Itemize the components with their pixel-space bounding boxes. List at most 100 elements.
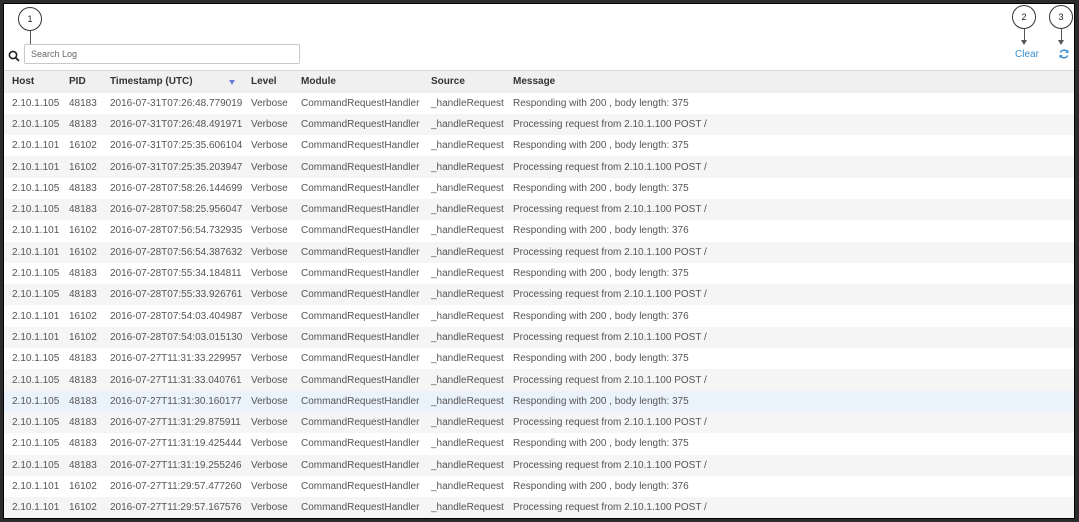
host-cell: 2.10.1.101 [12, 502, 60, 514]
pid-cell: 16102 [69, 502, 97, 514]
table-row[interactable]: 2.10.1.101 16102 2016-07-27T11:29:57.16757… [4, 497, 1074, 518]
timestamp-cell: 2016-07-28T07:58:26.144699 [110, 182, 243, 194]
table-row[interactable]: 2.10.1.105 48183 2016-07-27T11:31:33.04076… [4, 369, 1074, 391]
message-cell: Responding with 200 , body length: 375 [513, 182, 689, 194]
pid-cell: 48183 [69, 268, 97, 280]
timestamp-cell: 2016-07-27T11:31:19.425444 [110, 438, 242, 450]
search-input[interactable] [24, 44, 300, 64]
host-cell: 2.10.1.105 [12, 268, 60, 280]
timestamp-cell: 2016-07-28T07:55:34.184811 [110, 268, 242, 280]
pid-cell: 48183 [69, 118, 97, 130]
source-cell: _handleRequest [431, 310, 504, 322]
level-cell: Verbose [251, 310, 288, 322]
host-cell: 2.10.1.105 [12, 438, 60, 450]
table-row[interactable]: 2.10.1.105 48183 2016-07-28T07:58:26.14469… [4, 177, 1074, 199]
column-header-message[interactable]: Message [505, 71, 1074, 93]
table-row[interactable]: 2.10.1.101 16102 2016-07-28T07:54:03.01513… [4, 326, 1074, 349]
module-cell: CommandRequestHandler [301, 331, 420, 343]
module-cell: CommandRequestHandler [301, 353, 420, 365]
timestamp-cell: 2016-07-28T07:54:03.015130 [110, 331, 243, 343]
table-row[interactable]: 2.10.1.101 16102 2016-07-31T07:25:35.20394… [4, 156, 1074, 178]
host-cell: 2.10.1.101 [12, 310, 60, 322]
pid-cell: 48183 [69, 289, 97, 301]
level-cell: Verbose [251, 417, 288, 429]
message-cell: Processing request from 2.10.1.100 POST … [513, 417, 707, 429]
table-row[interactable]: 2.10.1.101 16102 2016-07-28T07:54:03.40498… [4, 305, 1074, 327]
column-header-pid[interactable]: PID [61, 71, 102, 93]
message-cell: Responding with 200 , body length: 375 [513, 140, 689, 152]
table-row[interactable]: 2.10.1.105 48183 2016-07-27T11:31:29.87591… [4, 411, 1074, 434]
table-row[interactable]: 2.10.1.105 48183 2016-07-28T07:58:25.95604… [4, 198, 1074, 221]
message-cell: Responding with 200 , body length: 375 [513, 97, 689, 109]
module-cell: CommandRequestHandler [301, 480, 420, 492]
pid-cell: 48183 [69, 438, 97, 450]
timestamp-cell: 2016-07-31T07:26:48.491971 [110, 118, 243, 130]
message-cell: Processing request from 2.10.1.100 POST … [513, 204, 707, 216]
table-row[interactable]: 2.10.1.105 48183 2016-07-27T11:31:19.25524… [4, 454, 1074, 476]
message-cell: Processing request from 2.10.1.100 POST … [513, 459, 707, 471]
column-header-level[interactable]: Level [243, 71, 293, 93]
message-cell: Responding with 200 , body length: 375 [513, 438, 689, 450]
module-cell: CommandRequestHandler [301, 459, 420, 471]
column-header-timestamp-label: Timestamp (UTC) [110, 76, 193, 88]
level-cell: Verbose [251, 182, 288, 194]
timestamp-cell: 2016-07-27T11:29:57.167576 [110, 502, 242, 514]
timestamp-cell: 2016-07-27T11:31:33.229957 [110, 353, 242, 365]
callout-3: 3 [1049, 5, 1073, 29]
callout-2-label: 2 [1021, 12, 1027, 22]
pid-cell: 48183 [69, 182, 97, 194]
message-cell: Responding with 200 , body length: 375 [513, 353, 689, 365]
level-cell: Verbose [251, 97, 288, 109]
source-cell: _handleRequest [431, 182, 504, 194]
source-cell: _handleRequest [431, 502, 504, 514]
column-header-timestamp[interactable]: Timestamp (UTC) [102, 71, 243, 93]
table-row[interactable]: 2.10.1.101 16102 2016-07-28T07:56:54.38763… [4, 241, 1074, 263]
level-cell: Verbose [251, 289, 288, 301]
table-row[interactable]: 2.10.1.105 48183 2016-07-27T11:31:30.16017… [4, 390, 1074, 412]
source-cell: _handleRequest [431, 204, 504, 216]
pid-cell: 16102 [69, 225, 97, 237]
sort-descending-icon [229, 80, 235, 85]
level-cell: Verbose [251, 225, 288, 237]
table-row[interactable]: 2.10.1.101 16102 2016-07-31T07:25:35.60610… [4, 135, 1074, 157]
table-row[interactable]: 2.10.1.105 48183 2016-07-27T11:31:19.42544… [4, 433, 1074, 455]
timestamp-cell: 2016-07-31T07:25:35.606104 [110, 140, 243, 152]
table-header-row: Host PID Timestamp (UTC) Level Module So… [4, 70, 1074, 93]
refresh-icon[interactable] [1058, 48, 1070, 60]
source-cell: _handleRequest [431, 161, 504, 173]
table-row[interactable]: 2.10.1.101 16102 2016-07-27T11:29:57.47726… [4, 475, 1074, 498]
source-cell: _handleRequest [431, 289, 504, 301]
timestamp-cell: 2016-07-28T07:58:25.956047 [110, 204, 243, 216]
table-row[interactable]: 2.10.1.105 48183 2016-07-28T07:55:33.92676… [4, 284, 1074, 306]
callout-3-arrow [1058, 40, 1064, 45]
log-table-container: Host PID Timestamp (UTC) Level Module So… [4, 70, 1074, 518]
table-row[interactable]: 2.10.1.105 48183 2016-07-27T11:31:33.22995… [4, 348, 1074, 370]
level-cell: Verbose [251, 438, 288, 450]
message-cell: Processing request from 2.10.1.100 POST … [513, 502, 707, 514]
module-cell: CommandRequestHandler [301, 97, 420, 109]
column-header-host[interactable]: Host [4, 71, 61, 93]
host-cell: 2.10.1.101 [12, 246, 60, 258]
callout-1: 1 [18, 7, 42, 31]
source-cell: _handleRequest [431, 459, 504, 471]
search-icon [8, 50, 20, 62]
table-row[interactable]: 2.10.1.105 48183 2016-07-31T07:26:48.77901… [4, 92, 1074, 114]
message-cell: Responding with 200 , body length: 376 [513, 480, 689, 492]
clear-button[interactable]: Clear [1015, 49, 1039, 60]
source-cell: _handleRequest [431, 97, 504, 109]
table-row[interactable]: 2.10.1.105 48183 2016-07-28T07:55:34.18481… [4, 262, 1074, 285]
table-row[interactable]: 2.10.1.105 48183 2016-07-31T07:26:48.49197… [4, 113, 1074, 136]
pid-cell: 48183 [69, 459, 97, 471]
level-cell: Verbose [251, 161, 288, 173]
timestamp-cell: 2016-07-31T07:26:48.779019 [110, 97, 243, 109]
pid-cell: 16102 [69, 140, 97, 152]
pid-cell: 48183 [69, 353, 97, 365]
message-cell: Responding with 200 , body length: 375 [513, 268, 689, 280]
message-cell: Processing request from 2.10.1.100 POST … [513, 161, 707, 173]
host-cell: 2.10.1.105 [12, 97, 60, 109]
level-cell: Verbose [251, 395, 288, 407]
host-cell: 2.10.1.105 [12, 395, 60, 407]
table-row[interactable]: 2.10.1.101 16102 2016-07-28T07:56:54.73293… [4, 220, 1074, 242]
column-header-source[interactable]: Source [423, 71, 505, 93]
column-header-module[interactable]: Module [293, 71, 423, 93]
